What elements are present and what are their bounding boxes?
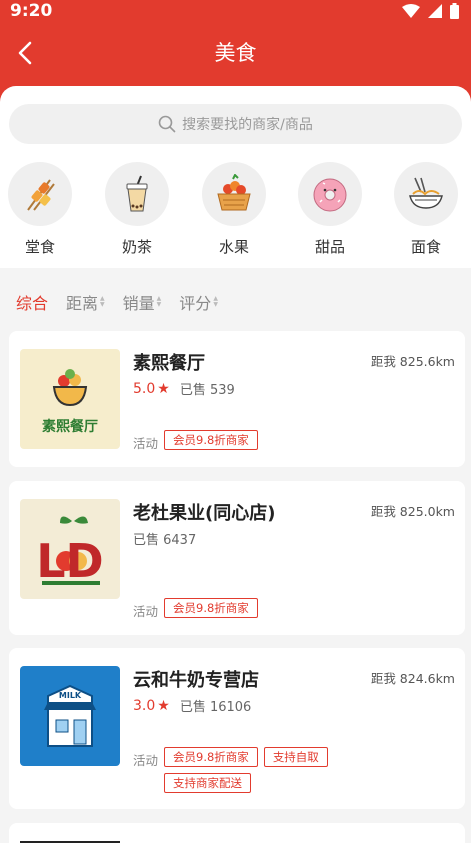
shop-card[interactable]: LD 老杜果业(同心店) 距我 825.0km 已售 6437 活动 会员9.8… bbox=[9, 481, 465, 635]
page-title: 美食 bbox=[214, 41, 257, 65]
sort-bar: 综合 距离 ▲ ▼ 销量 ▲ ▼ 评分 ▲ ▼ bbox=[0, 282, 471, 322]
wifi-icon bbox=[402, 4, 420, 18]
shop-sold: 已售 16106 bbox=[179, 700, 252, 715]
category-naicha[interactable]: 奶茶 bbox=[97, 162, 177, 257]
category-tangshi[interactable]: 堂食 bbox=[0, 162, 80, 257]
category-mianshi[interactable]: 面食 bbox=[386, 162, 466, 257]
sort-rating[interactable]: 评分 ▲ ▼ bbox=[179, 290, 218, 314]
shop-logo: 素熙餐厅 bbox=[20, 349, 120, 449]
shop-card[interactable] bbox=[9, 823, 465, 843]
noodles-icon bbox=[409, 177, 443, 209]
category-label: 面食 bbox=[410, 238, 441, 256]
milk-store-logo-icon: MILK bbox=[44, 684, 96, 747]
milk-tea-icon bbox=[126, 175, 148, 212]
shop-activity: 活动 会员9.8折商家 bbox=[133, 430, 374, 452]
sort-label: 销量 bbox=[122, 294, 155, 313]
skewer-icon bbox=[27, 179, 55, 211]
ld-logo-icon: LD bbox=[36, 516, 104, 588]
shop-distance: 距我 825.0km bbox=[370, 504, 455, 519]
category-label: 水果 bbox=[218, 238, 249, 256]
star-icon: ★ bbox=[157, 380, 170, 397]
category-icon-circle bbox=[394, 162, 458, 226]
shop-logo-text: LD bbox=[36, 534, 104, 588]
shop-logo-text: MILK bbox=[59, 691, 82, 700]
activity-tag: 支持商家配送 bbox=[164, 773, 252, 793]
category-label: 堂食 bbox=[24, 238, 55, 256]
category-row: 堂食 奶茶 水果 甜品 面食 bbox=[0, 162, 471, 262]
activity-label: 活动 bbox=[133, 753, 159, 768]
category-label: 奶茶 bbox=[121, 238, 152, 256]
shop-name: 素熙餐厅 bbox=[133, 353, 205, 374]
shop-logo: LD bbox=[20, 499, 120, 599]
shop-logo: MILK bbox=[20, 666, 120, 766]
sort-sales[interactable]: 销量 ▲ ▼ bbox=[123, 290, 162, 314]
activity-tag: 会员9.8折商家 bbox=[164, 430, 258, 450]
sort-distance[interactable]: 距离 ▲ ▼ bbox=[66, 290, 105, 314]
star-icon: ★ bbox=[157, 697, 170, 714]
search-placeholder: 搜索要找的商家/商品 bbox=[182, 117, 313, 133]
activity-label: 活动 bbox=[133, 604, 159, 619]
category-icon-circle bbox=[202, 162, 266, 226]
status-bar: 9:20 bbox=[0, 0, 471, 22]
sort-arrows-icon: ▲ ▼ bbox=[156, 295, 162, 308]
shop-distance: 距我 824.6km bbox=[370, 671, 455, 686]
shop-card[interactable]: 素熙餐厅 素熙餐厅 距我 825.6km 5.0 ★ 已售 539 活动 会员9… bbox=[9, 331, 465, 467]
activity-tag: 支持自取 bbox=[263, 747, 328, 767]
fruit-bowl-logo-icon: 素熙餐厅 bbox=[42, 369, 98, 435]
activity-tag: 会员9.8折商家 bbox=[164, 598, 258, 618]
donut-icon bbox=[313, 178, 347, 212]
sort-label: 距离 bbox=[66, 294, 99, 313]
activity-label: 活动 bbox=[133, 436, 159, 451]
sort-comprehensive[interactable]: 综合 bbox=[16, 290, 48, 314]
sort-arrows-icon: ▲ ▼ bbox=[213, 295, 218, 308]
sort-label: 综合 bbox=[16, 294, 49, 313]
activity-tags: 会员9.8折商家 bbox=[164, 598, 374, 618]
shop-sold: 已售 539 bbox=[179, 383, 235, 398]
shop-meta: 5.0 ★ 已售 539 bbox=[133, 379, 235, 399]
status-time: 9:20 bbox=[10, 1, 53, 21]
shop-name: 云和牛奶专营店 bbox=[133, 670, 259, 691]
sort-arrows-icon: ▲ ▼ bbox=[100, 295, 105, 308]
shop-activity: 活动 会员9.8折商家 bbox=[133, 598, 374, 620]
category-icon-circle bbox=[8, 162, 72, 226]
shop-distance: 距我 825.6km bbox=[370, 354, 455, 369]
shop-rating: 3.0 bbox=[133, 697, 156, 714]
category-icon-circle bbox=[298, 162, 362, 226]
fruit-basket-icon bbox=[217, 174, 251, 211]
category-label: 甜品 bbox=[314, 238, 345, 256]
shop-card[interactable]: MILK 云和牛奶专营店 距我 824.6km 3.0 ★ 已售 16106 活… bbox=[9, 648, 465, 809]
shop-meta: 3.0 ★ 已售 16106 bbox=[133, 696, 252, 716]
shop-name: 老杜果业(同心店) bbox=[133, 503, 276, 524]
sort-label: 评分 bbox=[179, 294, 212, 313]
signal-icon bbox=[428, 4, 442, 18]
shop-logo-text: 素熙餐厅 bbox=[42, 418, 98, 435]
shop-sold: 已售 6437 bbox=[133, 533, 197, 548]
category-icon-circle bbox=[105, 162, 169, 226]
activity-tags: 会员9.8折商家 bbox=[164, 430, 374, 450]
shop-rating: 5.0 bbox=[133, 380, 156, 397]
shop-meta: 已售 6437 bbox=[133, 529, 196, 548]
status-icons bbox=[402, 3, 459, 19]
battery-icon bbox=[450, 3, 459, 19]
category-shuiguo[interactable]: 水果 bbox=[194, 162, 274, 257]
category-tianpin[interactable]: 甜品 bbox=[290, 162, 370, 257]
activity-tags: 会员9.8折商家 支持自取 支持商家配送 bbox=[164, 747, 374, 793]
shop-activity: 活动 会员9.8折商家 支持自取 支持商家配送 bbox=[133, 747, 374, 793]
search-input[interactable]: 搜索要找的商家/商品 bbox=[9, 104, 462, 144]
search-icon bbox=[158, 115, 176, 133]
activity-tag: 会员9.8折商家 bbox=[164, 747, 258, 767]
